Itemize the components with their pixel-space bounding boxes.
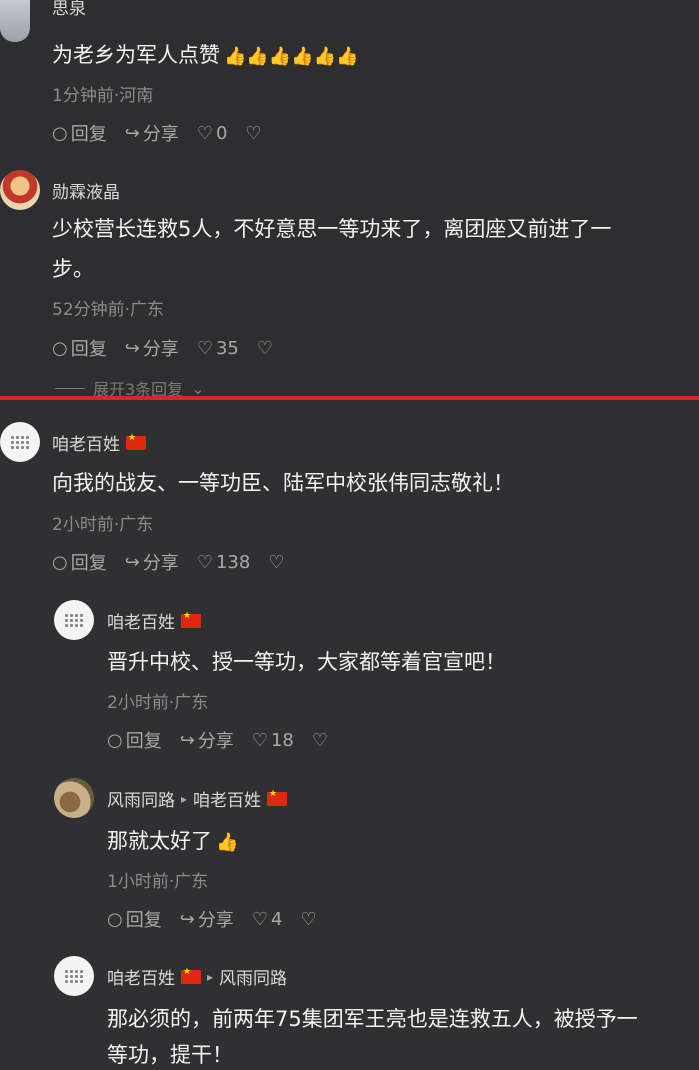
reply-button[interactable]: ○ 回复: [52, 335, 107, 361]
china-flag-icon: [126, 433, 146, 450]
reply-to-arrow-icon: ▸: [181, 791, 188, 806]
reply-actions: ○ 回复 ↪ 分享 ♡ 18 ♡: [107, 727, 346, 753]
comment-actions: ○ 回复 ↪ 分享 ♡ 138 ♡: [52, 549, 302, 575]
like-button[interactable]: ♡ 35: [197, 338, 239, 359]
reply-time-location: 1小时前·广东: [107, 872, 209, 892]
like-button[interactable]: ♡ 4: [252, 909, 283, 930]
reply-button[interactable]: ○ 回复: [107, 727, 162, 753]
chevron-down-icon: ⌄: [191, 378, 205, 398]
comment-bubble-icon: ○: [107, 729, 123, 751]
comment-text: 为老乡为军人点赞 👍👍👍👍👍👍: [52, 38, 358, 74]
reply-button[interactable]: ○ 回复: [107, 906, 162, 932]
expand-replies-button[interactable]: 展开3条回复 ⌄: [55, 376, 205, 397]
comment-actions: ○ 回复 ↪ 分享 ♡ 0 ♡: [52, 120, 280, 146]
china-flag-icon: [181, 611, 201, 628]
reply-to-arrow-icon: ▸: [207, 969, 214, 984]
heart-icon: ♡: [251, 908, 268, 930]
avatar[interactable]: [0, 422, 40, 462]
reply-button[interactable]: ○ 回复: [52, 549, 107, 575]
dislike-button[interactable]: ♡: [257, 338, 273, 359]
reply-text: 那必须的，前两年75集团军王亮也是连救五人，被授予一: [107, 1007, 638, 1031]
avatar[interactable]: [0, 170, 40, 210]
comment-username[interactable]: 勋霖液晶: [52, 178, 120, 203]
comments-section-bottom: 咱老百姓 向我的战友、一等功臣、陆军中校张伟同志敬礼！ 2小时前·广东 ○回复 …: [0, 400, 699, 1070]
heart-icon: ♡: [196, 337, 213, 359]
dislike-button[interactable]: ♡: [312, 730, 328, 751]
avatar[interactable]: [54, 600, 94, 640]
reply-time-location: 2小时前·广东: [107, 693, 209, 713]
broken-heart-icon: ♡: [245, 122, 262, 144]
broken-heart-icon: ♡: [300, 908, 317, 930]
heart-icon: ♡: [251, 729, 268, 751]
comment-time-location: 2小时前·广东: [52, 515, 154, 535]
share-arrow-icon: ↪: [124, 551, 140, 573]
comment-username[interactable]: 思泉: [52, 0, 86, 19]
broken-heart-icon: ♡: [268, 551, 285, 573]
comment-bubble-icon: ○: [52, 551, 68, 573]
china-flag-icon: [267, 789, 288, 806]
reply-text-continued: 等功，提干！: [107, 1043, 233, 1067]
reply-text: 晋升中校、授一等功，大家都等着官宣吧！: [107, 650, 506, 674]
broken-heart-icon: ♡: [256, 337, 273, 359]
comment-bubble-icon: ○: [52, 122, 68, 144]
comment-text-continued: 步。: [52, 257, 94, 281]
comment-time-location: 52分钟前·广东: [52, 300, 165, 320]
thumbs-up-icon: 👍: [216, 832, 239, 853]
reply-button[interactable]: ○ 回复: [52, 120, 107, 146]
share-arrow-icon: ↪: [124, 337, 140, 359]
heart-icon: ♡: [196, 551, 213, 573]
dislike-button[interactable]: ♡: [245, 123, 261, 144]
share-button[interactable]: ↪ 分享: [125, 120, 179, 146]
reply-actions: ○ 回复 ↪ 分享 ♡ 4 ♡: [107, 906, 335, 932]
china-flag-icon: [181, 967, 201, 984]
share-arrow-icon: ↪: [124, 122, 140, 144]
comments-section-top: 思泉 为老乡为军人点赞 👍👍👍👍👍👍 1分钟前·河南 ○ 回复 ↪ 分享 ♡ 0 ♡ 勋…: [0, 0, 699, 397]
thumbs-up-icon: 👍👍👍👍👍👍: [224, 46, 359, 67]
dislike-button[interactable]: ♡: [268, 552, 284, 573]
reply-username[interactable]: 咱老百姓: [107, 608, 201, 633]
comment-bubble-icon: ○: [52, 337, 68, 359]
heart-icon: ♡: [196, 122, 213, 144]
avatar[interactable]: [0, 0, 30, 42]
comment-time-location: 1分钟前·河南: [52, 86, 154, 106]
share-button[interactable]: ↪ 分享: [125, 549, 179, 575]
share-button[interactable]: ↪ 分享: [180, 906, 234, 932]
avatar[interactable]: [54, 956, 94, 996]
share-button[interactable]: ↪ 分享: [125, 335, 179, 361]
avatar[interactable]: [54, 778, 94, 818]
comment-text: 向我的战友、一等功臣、陆军中校张伟同志敬礼！: [52, 471, 514, 495]
like-button[interactable]: ♡ 0: [197, 123, 228, 144]
comment-bubble-icon: ○: [107, 908, 123, 930]
like-button[interactable]: ♡ 138: [197, 552, 251, 573]
comment-actions: ○ 回复 ↪ 分享 ♡ 35 ♡: [52, 335, 291, 361]
reply-username[interactable]: 风雨同路 ▸ 咱老百姓: [107, 786, 288, 811]
comment-text: 少校营长连救5人，不好意思一等功来了，离团座又前进了一: [52, 217, 612, 241]
dislike-button[interactable]: ♡: [300, 909, 316, 930]
like-button[interactable]: ♡ 18: [252, 730, 294, 751]
share-arrow-icon: ↪: [179, 908, 195, 930]
broken-heart-icon: ♡: [311, 729, 328, 751]
reply-username[interactable]: 咱老百姓▸风雨同路: [107, 964, 287, 990]
reply-text: 那就太好了 👍: [107, 824, 238, 860]
share-arrow-icon: ↪: [179, 729, 195, 751]
comment-username[interactable]: 咱老百姓: [52, 430, 146, 455]
share-button[interactable]: ↪ 分享: [180, 727, 234, 753]
